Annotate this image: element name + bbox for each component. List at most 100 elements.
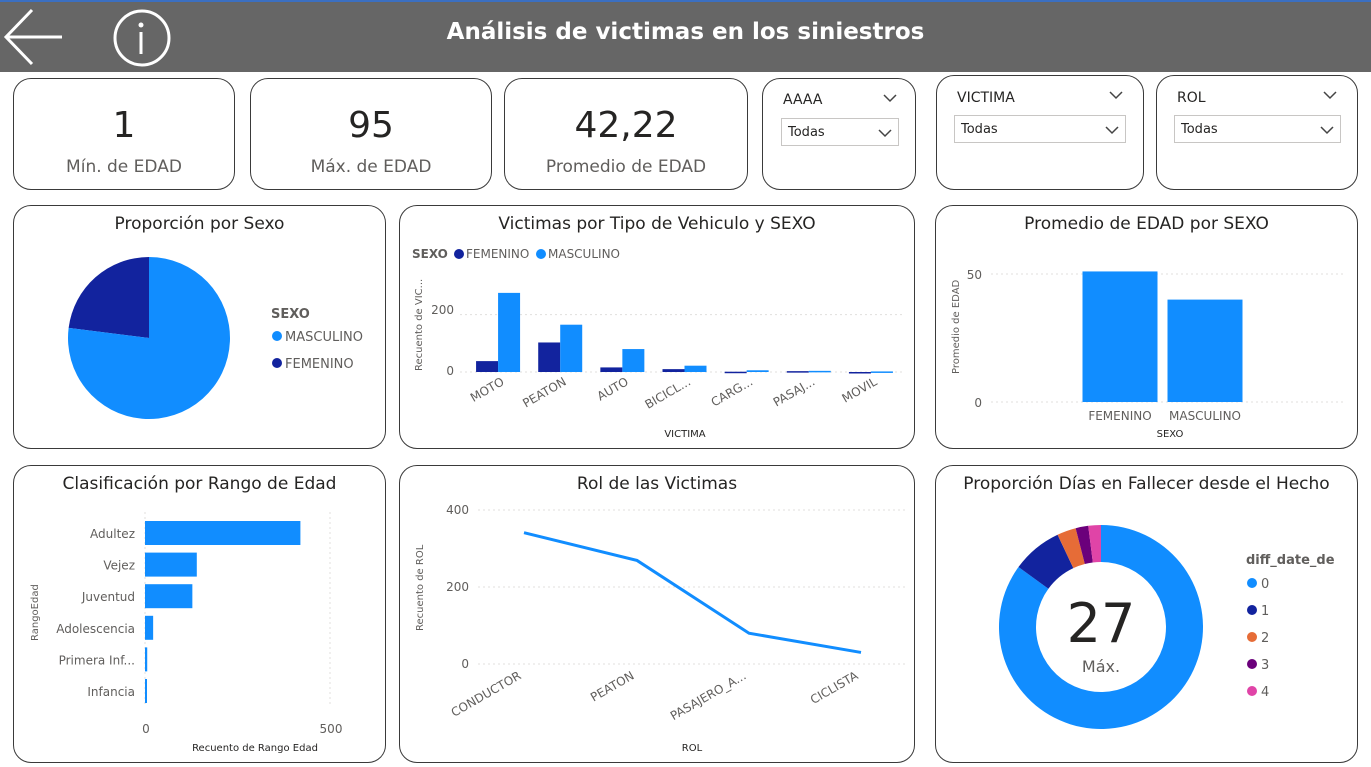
bar bbox=[476, 361, 499, 372]
x-tick-label: 500 bbox=[320, 722, 343, 736]
bar bbox=[1167, 299, 1243, 402]
legend-item[interactable]: FEMENINO bbox=[285, 357, 354, 372]
page-title: Análisis de victimas en los siniestros bbox=[446, 19, 925, 45]
kpi-value: 42,22 bbox=[574, 105, 678, 146]
data-point bbox=[635, 558, 639, 562]
y-tick-label: 0 bbox=[974, 396, 982, 410]
x-tick-label: FEMENINO bbox=[1088, 409, 1151, 423]
legend-marker bbox=[1247, 659, 1257, 669]
bar bbox=[538, 342, 561, 372]
chart-proporcion-sexo[interactable]: Proporción por Sexo SEXO MASCULINO FEMEN… bbox=[13, 205, 386, 449]
donut-center-value: 27 bbox=[1067, 592, 1136, 655]
bar bbox=[145, 552, 197, 577]
kpi-card-promedio-edad[interactable]: 42,22 Promedio de EDAD bbox=[504, 78, 748, 190]
slicer-dropdown[interactable]: Todas bbox=[954, 115, 1126, 143]
y-axis-label: Recuento de VIC... bbox=[414, 279, 425, 371]
line-series bbox=[523, 531, 862, 654]
kpi-label: Mín. de EDAD bbox=[66, 157, 182, 177]
slicer-value: Todas bbox=[788, 125, 825, 140]
slicer-dropdown[interactable]: Todas bbox=[1174, 115, 1341, 143]
y-tick-label: Juventud bbox=[81, 590, 135, 604]
bar bbox=[724, 371, 747, 374]
chevron-down-icon[interactable] bbox=[883, 93, 897, 103]
x-tick-label: 0 bbox=[142, 722, 150, 736]
slicer-rol: ROL Todas bbox=[1156, 75, 1358, 190]
kpi-label: Máx. de EDAD bbox=[310, 157, 432, 177]
slicer-title: ROL bbox=[1177, 90, 1206, 106]
x-tick-label: PEATON bbox=[588, 668, 636, 704]
bar bbox=[662, 369, 685, 372]
y-tick-label: Primera Inf... bbox=[59, 653, 135, 667]
x-tick-label: MOTO bbox=[468, 374, 507, 404]
legend-title: SEXO bbox=[271, 307, 310, 322]
bar bbox=[145, 615, 154, 640]
y-tick-label: Adultez bbox=[90, 527, 135, 541]
legend-item: 0 bbox=[1261, 577, 1269, 592]
x-tick-label: PASAJ... bbox=[771, 374, 818, 409]
y-tick-label: 50 bbox=[967, 268, 982, 282]
x-axis-label: SEXO bbox=[1157, 429, 1184, 440]
bar bbox=[848, 372, 871, 374]
kpi-value: 95 bbox=[348, 105, 394, 146]
x-tick-label: MOVIL bbox=[839, 374, 879, 405]
pie-slice bbox=[68, 257, 149, 338]
y-tick-label: 200 bbox=[446, 580, 469, 594]
chart-rango-edad[interactable]: Clasificación por Rango de Edad RangoEda… bbox=[13, 465, 386, 763]
data-point bbox=[747, 631, 751, 635]
x-axis-label: Recuento de Rango Edad bbox=[192, 743, 318, 754]
bar bbox=[684, 365, 707, 372]
donut-chart[interactable]: 27 Máx. diff_date_de 0 1 2 3 4 bbox=[936, 466, 1359, 764]
bar bbox=[870, 371, 893, 373]
bar bbox=[600, 367, 623, 372]
legend-marker bbox=[1247, 686, 1257, 696]
chart-victimas-vehiculo[interactable]: Victimas por Tipo de Vehiculo y SEXO SEX… bbox=[399, 205, 915, 449]
bar-chart[interactable]: Promedio de EDAD 50 0 SEXO FEMENINO MASCU… bbox=[936, 206, 1359, 450]
x-tick-label: PASAJERO_A... bbox=[668, 668, 749, 723]
kpi-card-max-edad[interactable]: 95 Máx. de EDAD bbox=[250, 78, 492, 190]
x-tick-label: AUTO bbox=[595, 374, 631, 403]
chart-promedio-edad-sexo[interactable]: Promedio de EDAD por SEXO Promedio de ED… bbox=[935, 205, 1358, 449]
legend-item[interactable]: FEMENINO bbox=[466, 247, 529, 261]
bar bbox=[560, 324, 583, 372]
slicer-victima: VICTIMA Todas bbox=[936, 75, 1144, 190]
legend-marker bbox=[454, 249, 464, 259]
chevron-down-icon bbox=[878, 129, 892, 138]
bar bbox=[145, 521, 301, 545]
chart-dias-fallecer[interactable]: Proporción Días en Fallecer desde el Hec… bbox=[935, 465, 1358, 763]
legend-marker bbox=[1247, 605, 1257, 615]
chevron-down-icon[interactable] bbox=[1323, 90, 1337, 100]
clustered-bar-chart[interactable]: SEXO FEMENINO MASCULINO Recuento de VIC.… bbox=[400, 206, 916, 450]
report-header: Análisis de victimas en los siniestros bbox=[0, 0, 1371, 72]
slicer-dropdown[interactable]: Todas bbox=[781, 118, 899, 146]
y-axis-label: Recuento de ROL bbox=[415, 544, 426, 631]
slicer-value: Todas bbox=[1181, 122, 1218, 137]
pie-chart[interactable]: SEXO MASCULINO FEMENINO bbox=[14, 206, 387, 450]
bar bbox=[786, 371, 809, 373]
x-tick-label: CONDUCTOR bbox=[449, 668, 524, 719]
donut-center-label: Máx. bbox=[1082, 657, 1120, 676]
x-tick-label: PEATON bbox=[520, 374, 568, 410]
horizontal-bar-chart[interactable]: RangoEdad 0 500 Recuento de Rango Edad A… bbox=[14, 466, 387, 764]
legend-item: 4 bbox=[1261, 685, 1269, 700]
legend-item[interactable]: MASCULINO bbox=[548, 247, 620, 261]
y-tick-label: 0 bbox=[461, 657, 469, 671]
legend-item: 3 bbox=[1261, 658, 1269, 673]
chevron-down-icon[interactable] bbox=[1109, 90, 1123, 100]
data-point bbox=[522, 531, 526, 535]
x-axis-label: VICTIMA bbox=[664, 429, 705, 440]
x-tick-label: CICLISTA bbox=[808, 668, 861, 707]
legend-marker bbox=[272, 331, 282, 341]
legend-item: 2 bbox=[1261, 631, 1269, 646]
y-tick-label: 0 bbox=[446, 364, 454, 378]
legend-marker bbox=[1247, 578, 1257, 588]
bar bbox=[145, 679, 147, 703]
y-axis-label: RangoEdad bbox=[30, 584, 41, 641]
bar bbox=[498, 292, 521, 372]
legend-item: 1 bbox=[1261, 604, 1269, 619]
y-tick-label: Vejez bbox=[103, 559, 135, 573]
legend-item[interactable]: MASCULINO bbox=[285, 330, 363, 345]
line-chart[interactable]: Recuento de ROL 400 200 0 ROL CONDUCTOR P… bbox=[400, 466, 916, 764]
kpi-card-min-edad[interactable]: 1 Mín. de EDAD bbox=[13, 78, 235, 190]
chart-rol-victimas[interactable]: Rol de las Victimas Recuento de ROL 400 … bbox=[399, 465, 915, 763]
y-tick-label: 400 bbox=[446, 503, 469, 517]
